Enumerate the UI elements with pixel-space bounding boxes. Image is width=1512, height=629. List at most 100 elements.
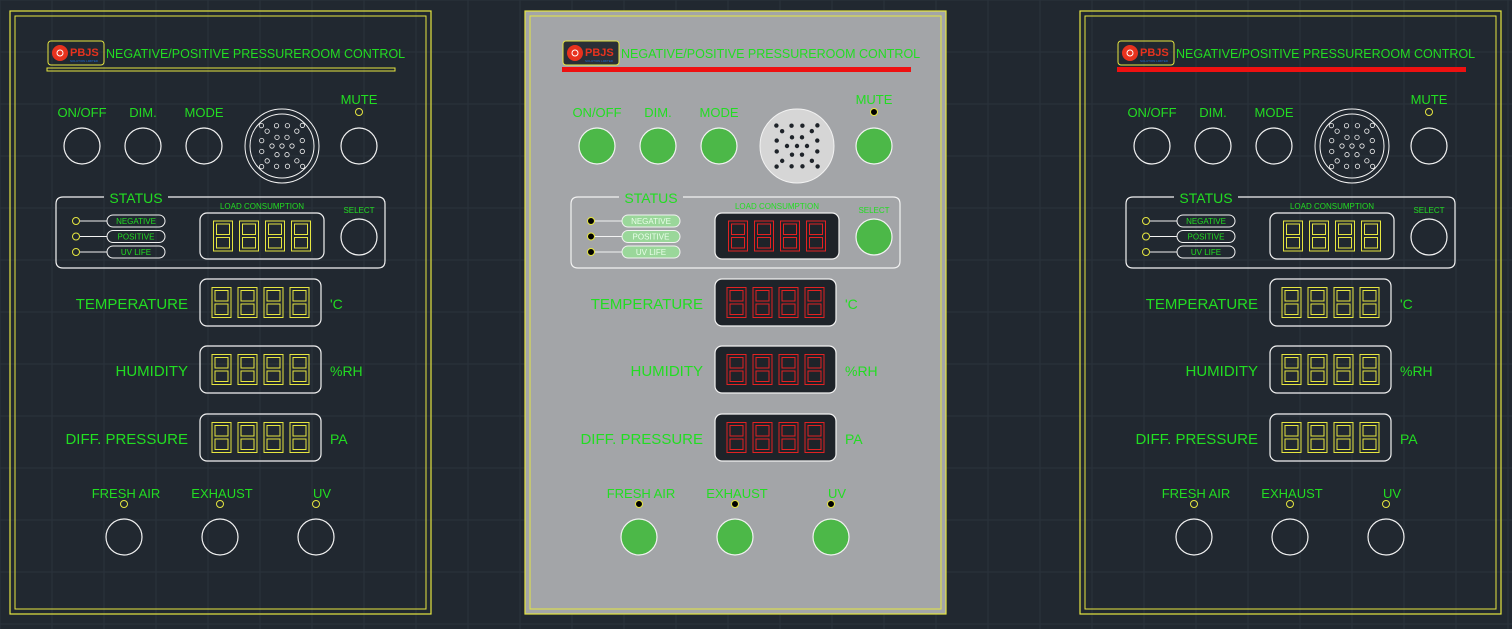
status-pill: NEGATIVE (621, 214, 681, 228)
bottom-button[interactable] (620, 518, 658, 556)
speaker-hole (299, 122, 305, 128)
digit-lower-cell (1310, 370, 1325, 382)
mute-button[interactable] (855, 127, 893, 165)
status-pill-label: NEGATIVE (116, 217, 156, 226)
on-off-button[interactable] (578, 127, 616, 165)
logo-brand-text: PBJS (585, 47, 614, 59)
speaker-hole (809, 128, 815, 134)
on-off-button[interactable] (1133, 127, 1171, 165)
bottom-button[interactable] (1175, 518, 1213, 556)
speaker-hole (284, 163, 291, 169)
seven-segment-digit (1281, 422, 1302, 453)
readout-unit: %RH (330, 363, 363, 379)
digit-lower-cell (292, 438, 307, 450)
speaker-hole (1369, 148, 1375, 154)
dim-button[interactable] (1194, 127, 1232, 165)
select-button[interactable] (1410, 218, 1448, 256)
select-button[interactable] (340, 218, 378, 256)
bottom-indicator-led (635, 500, 643, 508)
speaker-hole (1329, 138, 1335, 144)
load-consumption-label: LOAD CONSUMPTION (735, 202, 819, 211)
seven-segment-digit (213, 220, 233, 252)
digit-lower-cell (216, 237, 230, 249)
digit-lower-cell (268, 237, 282, 249)
bottom-button[interactable] (1367, 518, 1405, 556)
speaker-hole (815, 138, 820, 143)
digit-upper-cell (1284, 357, 1299, 369)
digit-upper-cell (1286, 223, 1300, 235)
on-off-button-label: ON/OFF (572, 105, 621, 120)
digit-lower-cell (240, 370, 255, 382)
digit-upper-cell (292, 425, 307, 437)
speaker-hole (273, 123, 280, 129)
digit-lower-cell (214, 370, 229, 382)
logo-brand-text: PBJS (1140, 47, 1169, 59)
display-frame (714, 413, 837, 462)
mode-button[interactable] (700, 127, 738, 165)
control-panel-2: PBJSSOLUTION LIMITED NEGATIVE/POSITIVE PR… (524, 10, 947, 615)
speaker-hole (1354, 163, 1361, 169)
speaker-hole (1370, 163, 1376, 169)
seven-segment-digit (289, 354, 310, 385)
status-pill: POSITIVE (621, 230, 681, 243)
digit-upper-cell (292, 357, 307, 369)
seven-segment-digit (237, 422, 258, 453)
digit-upper-cell (1362, 357, 1377, 369)
seven-segment-digit (265, 220, 285, 252)
seven-segment-digit (1361, 220, 1381, 252)
digit-upper-cell (266, 357, 281, 369)
speaker-hole (774, 138, 779, 143)
readout-unit: %RH (1400, 363, 1433, 379)
status-pill-label: POSITIVE (633, 233, 670, 242)
seven-segment-digit (291, 220, 311, 252)
panel-title: NEGATIVE/POSITIVE PRESSUREROOM CONTROL (106, 47, 405, 61)
mode-button[interactable] (1255, 127, 1293, 165)
load-consumption-label: LOAD CONSUMPTION (220, 202, 304, 211)
speaker-hole (1369, 122, 1375, 128)
mute-button-label: MUTE (341, 92, 378, 107)
readout-unit: 'C (845, 296, 858, 312)
digit-lower-cell (240, 438, 255, 450)
speaker-hole (774, 164, 779, 169)
bottom-button-label: UV (828, 486, 846, 501)
status-led-1 (587, 232, 595, 241)
seven-segment-digit (1333, 287, 1354, 318)
status-pill-label: NEGATIVE (631, 217, 671, 226)
status-led-1 (72, 232, 80, 241)
bottom-button[interactable] (1271, 518, 1309, 556)
display-frame (714, 278, 837, 327)
digit-upper-cell (1284, 425, 1299, 437)
mode-button[interactable] (185, 127, 223, 165)
status-panel: STATUS NEGATIVE POSITIVE UV LIFE LOAD CONSUM… (55, 190, 386, 269)
speaker-hole (794, 143, 800, 149)
bottom-button[interactable] (297, 518, 335, 556)
bottom-button[interactable] (812, 518, 850, 556)
bottom-button[interactable] (105, 518, 143, 556)
readout-display (714, 413, 837, 462)
mute-button[interactable] (340, 127, 378, 165)
speaker-hole (1334, 128, 1340, 134)
panel-title: NEGATIVE/POSITIVE PRESSUREROOM CONTROL (1176, 47, 1475, 61)
mute-button-label: MUTE (1411, 92, 1448, 107)
bottom-button[interactable] (716, 518, 754, 556)
select-button-label: SELECT (1413, 206, 1444, 215)
mute-button[interactable] (1410, 127, 1448, 165)
display-frame (714, 345, 837, 394)
bottom-button[interactable] (201, 518, 239, 556)
speaker-hole (264, 128, 270, 134)
mute-indicator-led (355, 108, 363, 116)
seven-segment-digit (1307, 287, 1328, 318)
digit-lower-cell (1310, 303, 1325, 315)
digit-upper-cell (240, 357, 255, 369)
select-button[interactable] (855, 218, 893, 256)
dim-button[interactable] (639, 127, 677, 165)
digit-lower-cell (1336, 370, 1351, 382)
on-off-button[interactable] (63, 127, 101, 165)
digit-lower-cell (214, 303, 229, 315)
digit-lower-cell (1364, 237, 1378, 249)
digit-lower-cell (214, 438, 229, 450)
seven-segment-digit (263, 354, 284, 385)
digit-lower-cell (242, 237, 256, 249)
readout-display (1269, 413, 1392, 462)
speaker-outer-ring (244, 108, 320, 184)
